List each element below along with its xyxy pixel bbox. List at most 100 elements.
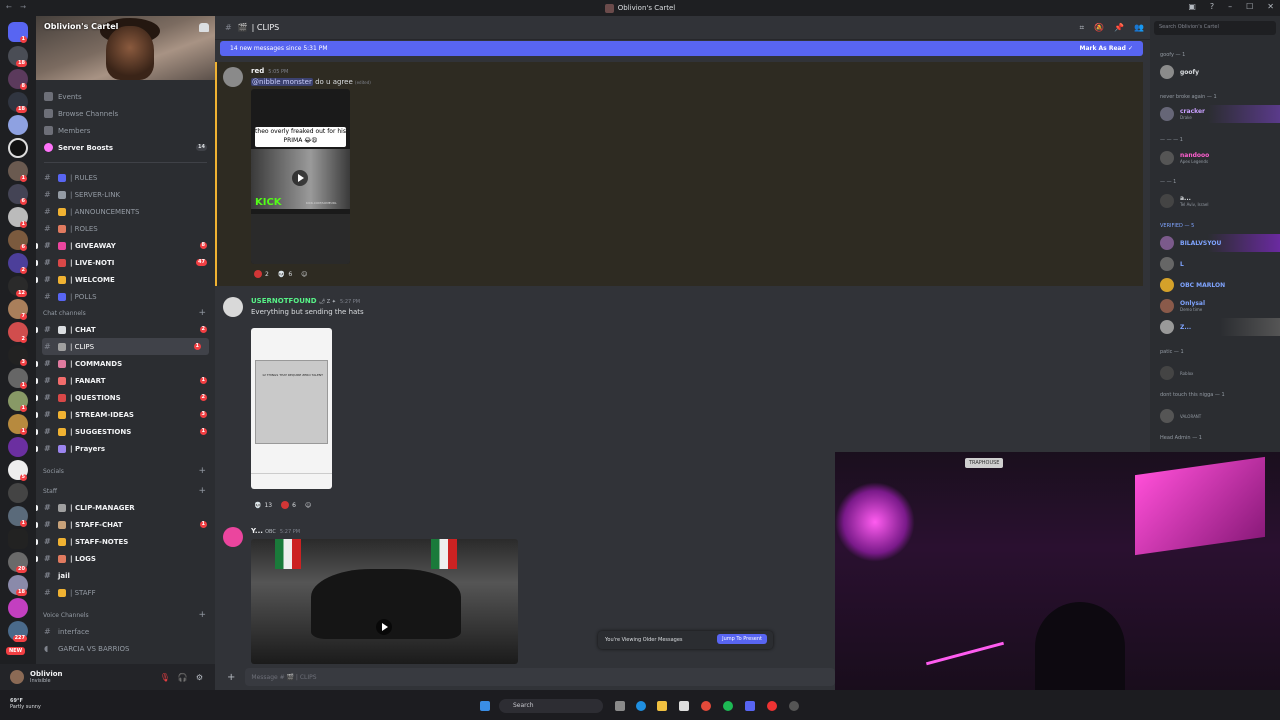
- add-channel-icon[interactable]: +: [198, 610, 206, 620]
- channel-clip-manager[interactable]: # | CLIP-MANAGER: [36, 499, 215, 516]
- category-staff[interactable]: Staff +: [36, 483, 215, 499]
- channel-logs[interactable]: # | LOGS: [36, 550, 215, 567]
- edge-icon[interactable]: [636, 701, 646, 711]
- server-icon-1[interactable]: 18: [8, 46, 28, 67]
- channel-chat[interactable]: # | CHAT 2: [36, 321, 215, 338]
- avatar[interactable]: [223, 297, 243, 317]
- nav-events[interactable]: Events: [36, 88, 215, 105]
- server-icon-21[interactable]: 1: [8, 506, 28, 527]
- channel-announcements[interactable]: # | ANNOUNCEMENTS: [36, 203, 215, 220]
- server-icon-6[interactable]: 1: [8, 161, 28, 182]
- taskbar-search[interactable]: Search: [499, 699, 603, 713]
- add-attachment-icon[interactable]: +: [227, 672, 235, 683]
- play-icon[interactable]: [292, 170, 308, 186]
- channel-rules[interactable]: # | RULES: [36, 169, 215, 186]
- channel-welcome[interactable]: # | WELCOME: [36, 271, 215, 288]
- nav-browse-channels[interactable]: Browse Channels: [36, 105, 215, 122]
- channel-live-noti[interactable]: # | LIVE-NOTI 47: [36, 254, 215, 271]
- settings-gear-icon[interactable]: ⚙: [196, 673, 203, 682]
- member-item[interactable]: a... Tel Aviv, Israel: [1160, 192, 1280, 210]
- server-icon-15[interactable]: 1: [8, 368, 28, 389]
- member-item[interactable]: goofy: [1160, 63, 1280, 81]
- server-icon-16[interactable]: 1: [8, 391, 28, 412]
- weather-widget[interactable]: 69°F Partly sunny: [10, 698, 41, 710]
- server-banner[interactable]: Oblivion's Cartel: [36, 16, 215, 80]
- channel-fanart[interactable]: # | FANART 1: [36, 372, 215, 389]
- member-item[interactable]: VALORANT: [1160, 407, 1280, 425]
- member-item[interactable]: Onlysal Demo time: [1160, 297, 1280, 315]
- channel-clips[interactable]: # | CLIPS 1: [42, 338, 209, 355]
- server-icon-14[interactable]: 3: [8, 345, 28, 366]
- server-icon-7[interactable]: 6: [8, 184, 28, 205]
- opera-icon[interactable]: [767, 701, 777, 711]
- member-item[interactable]: BILALVSYOU: [1160, 234, 1280, 252]
- channel-giveaway[interactable]: # | GIVEAWAY 8: [36, 237, 215, 254]
- channel-questions[interactable]: # | QUESTIONS 2: [36, 389, 215, 406]
- member-item[interactable]: L: [1160, 255, 1280, 273]
- avatar[interactable]: [10, 670, 24, 684]
- server-icon-25[interactable]: [8, 598, 28, 618]
- server-icon-22[interactable]: [8, 529, 28, 549]
- back-forward-icon[interactable]: ← →: [6, 3, 29, 11]
- category-voice[interactable]: Voice Channels +: [36, 607, 215, 623]
- avatar[interactable]: [223, 67, 243, 87]
- server-icon-17[interactable]: 1: [8, 414, 28, 435]
- close-icon[interactable]: ✕: [1267, 2, 1274, 11]
- discord-icon[interactable]: [745, 701, 755, 711]
- member-item[interactable]: OBC MARLON: [1160, 276, 1280, 294]
- jump-to-present-button[interactable]: Jump To Present: [717, 634, 767, 644]
- server-icon-23[interactable]: 20: [8, 552, 28, 573]
- category-chat[interactable]: Chat channels +: [36, 305, 215, 321]
- channel-staff-chat[interactable]: # | STAFF-CHAT 1: [36, 516, 215, 533]
- server-icon-24[interactable]: 18: [8, 575, 28, 596]
- member-item[interactable]: Z...: [1160, 318, 1280, 336]
- channel-commands[interactable]: # | COMMANDS: [36, 355, 215, 372]
- server-icon-8[interactable]: 1: [8, 207, 28, 228]
- channel-staff-notes[interactable]: # | STAFF-NOTES: [36, 533, 215, 550]
- message-author[interactable]: red: [251, 67, 264, 75]
- server-icon-19[interactable]: 5: [8, 460, 28, 481]
- server-icon-13[interactable]: 2: [8, 322, 28, 343]
- channel-suggestions[interactable]: # | SUGGESTIONS 1: [36, 423, 215, 440]
- member-list-icon[interactable]: 👥: [1134, 23, 1144, 33]
- play-icon[interactable]: [376, 619, 392, 635]
- add-channel-icon[interactable]: +: [198, 308, 206, 318]
- reaction-red-circle[interactable]: 6: [278, 500, 299, 510]
- channel-staff[interactable]: # | STAFF: [36, 584, 215, 601]
- member-item[interactable]: cracker Drake: [1160, 105, 1280, 123]
- server-icon-11[interactable]: 12: [8, 276, 28, 297]
- maximize-icon[interactable]: ☐: [1246, 2, 1253, 11]
- video-embed[interactable]: [251, 539, 518, 664]
- chrome-icon[interactable]: [701, 701, 711, 711]
- invite-icon[interactable]: [199, 23, 209, 32]
- mark-as-read-button[interactable]: Mark As Read ✓: [1079, 45, 1133, 52]
- add-reaction-icon[interactable]: ☺: [302, 501, 314, 510]
- server-icon-3[interactable]: 18: [8, 92, 28, 113]
- help-icon[interactable]: ?: [1210, 2, 1214, 11]
- server-icon-4[interactable]: [8, 115, 28, 135]
- store-icon[interactable]: [679, 701, 689, 711]
- reaction-skull[interactable]: 💀 13: [251, 501, 275, 510]
- nav-members[interactable]: Members: [36, 122, 215, 139]
- start-icon[interactable]: [480, 701, 490, 711]
- channel-polls[interactable]: # | POLLS: [36, 288, 215, 305]
- minimize-icon[interactable]: –: [1228, 2, 1232, 11]
- channel-prayers[interactable]: # | Prayers: [36, 440, 215, 457]
- nav-server-boosts[interactable]: Server Boosts 14: [36, 139, 215, 156]
- server-icon-2[interactable]: 8: [8, 69, 28, 90]
- avatar[interactable]: [223, 527, 243, 547]
- channel-roles[interactable]: # | ROLES: [36, 220, 215, 237]
- spotify-icon[interactable]: [723, 701, 733, 711]
- task-view-icon[interactable]: [615, 701, 625, 711]
- inbox-icon[interactable]: ▣: [1188, 2, 1196, 11]
- notification-bell-icon[interactable]: 🔕: [1094, 23, 1104, 33]
- deafen-icon[interactable]: 🎧: [178, 673, 188, 682]
- user-mention[interactable]: @nibble monster: [251, 78, 313, 86]
- file-explorer-icon[interactable]: [657, 701, 667, 711]
- channel-stream-ideas[interactable]: # | STREAM-IDEAS 3: [36, 406, 215, 423]
- add-reaction-icon[interactable]: ☺: [298, 270, 310, 279]
- pin-icon[interactable]: 📌: [1114, 23, 1124, 33]
- mute-mic-icon[interactable]: 🎙: [160, 673, 170, 682]
- message-author[interactable]: Y...: [251, 527, 263, 535]
- member-item[interactable]: nandooo Apex Legends: [1160, 149, 1280, 167]
